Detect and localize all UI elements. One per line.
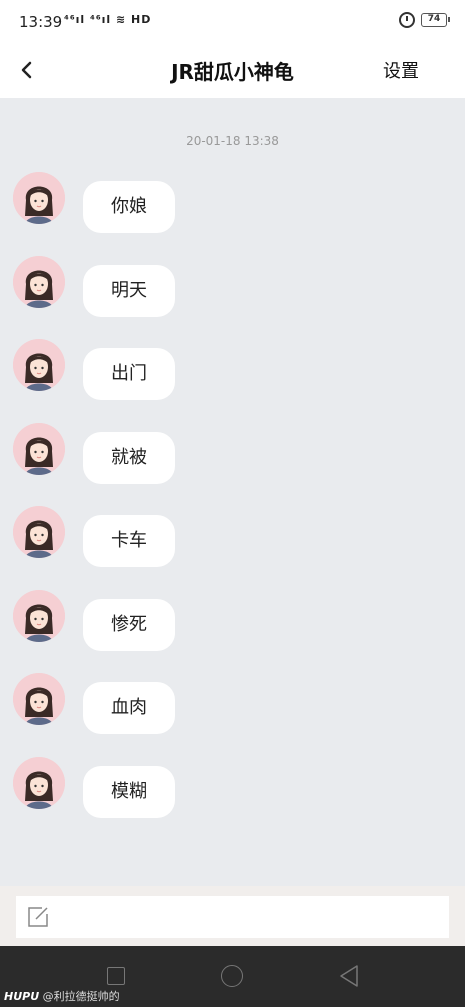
watermark: HUPU @利拉德挺帅的 bbox=[4, 988, 120, 1004]
message-bubble[interactable]: 明天 bbox=[83, 264, 175, 317]
status-time: 13:39 bbox=[19, 13, 63, 31]
avatar[interactable] bbox=[13, 673, 65, 725]
message-timestamp: 20-01-18 13:38 bbox=[186, 134, 279, 148]
home-button[interactable] bbox=[221, 965, 243, 987]
message-bubble[interactable]: 血肉 bbox=[83, 682, 175, 734]
settings-button[interactable]: 设置 bbox=[383, 57, 419, 83]
avatar[interactable] bbox=[13, 422, 65, 475]
watermark-brand: HUPU bbox=[4, 990, 40, 1003]
message-bubble[interactable]: 就被 bbox=[83, 431, 175, 484]
avatar[interactable] bbox=[13, 339, 65, 391]
message-bubble[interactable]: 惨死 bbox=[83, 598, 175, 651]
compose-icon[interactable] bbox=[26, 905, 50, 929]
avatar[interactable] bbox=[13, 589, 65, 642]
message-input[interactable] bbox=[16, 896, 449, 938]
message-bubble[interactable]: 卡车 bbox=[83, 515, 175, 567]
status-bar: 13:39 ⁴⁶ıl ⁴⁶ıl ≋ HD 74 bbox=[0, 0, 465, 44]
recent-apps-button[interactable] bbox=[107, 967, 125, 985]
avatar[interactable] bbox=[13, 506, 65, 558]
chat-header: JR甜瓜小神龟 设置 bbox=[0, 44, 465, 98]
chat-area[interactable]: 20-01-18 13:38 你娘 明天 出门 就被 卡车 惨死 血肉 模糊 bbox=[0, 98, 465, 886]
message-bubble[interactable]: 你娘 bbox=[83, 181, 175, 233]
message-bubble[interactable]: 出门 bbox=[83, 348, 175, 400]
system-back-button[interactable] bbox=[338, 964, 360, 988]
watermark-text: @利拉德挺帅的 bbox=[42, 990, 120, 1003]
status-right: 74 bbox=[399, 12, 450, 28]
message-bubble[interactable]: 模糊 bbox=[83, 765, 175, 818]
avatar[interactable] bbox=[13, 756, 65, 809]
avatar[interactable] bbox=[13, 255, 65, 308]
input-bar bbox=[0, 886, 465, 946]
system-nav-bar: HUPU @利拉德挺帅的 bbox=[0, 946, 465, 1007]
avatar[interactable] bbox=[13, 172, 65, 224]
signal-wifi-icons: ⁴⁶ıl ⁴⁶ıl ≋ HD bbox=[64, 13, 152, 26]
battery-icon: 74 bbox=[421, 13, 450, 27]
alarm-icon bbox=[399, 12, 415, 28]
